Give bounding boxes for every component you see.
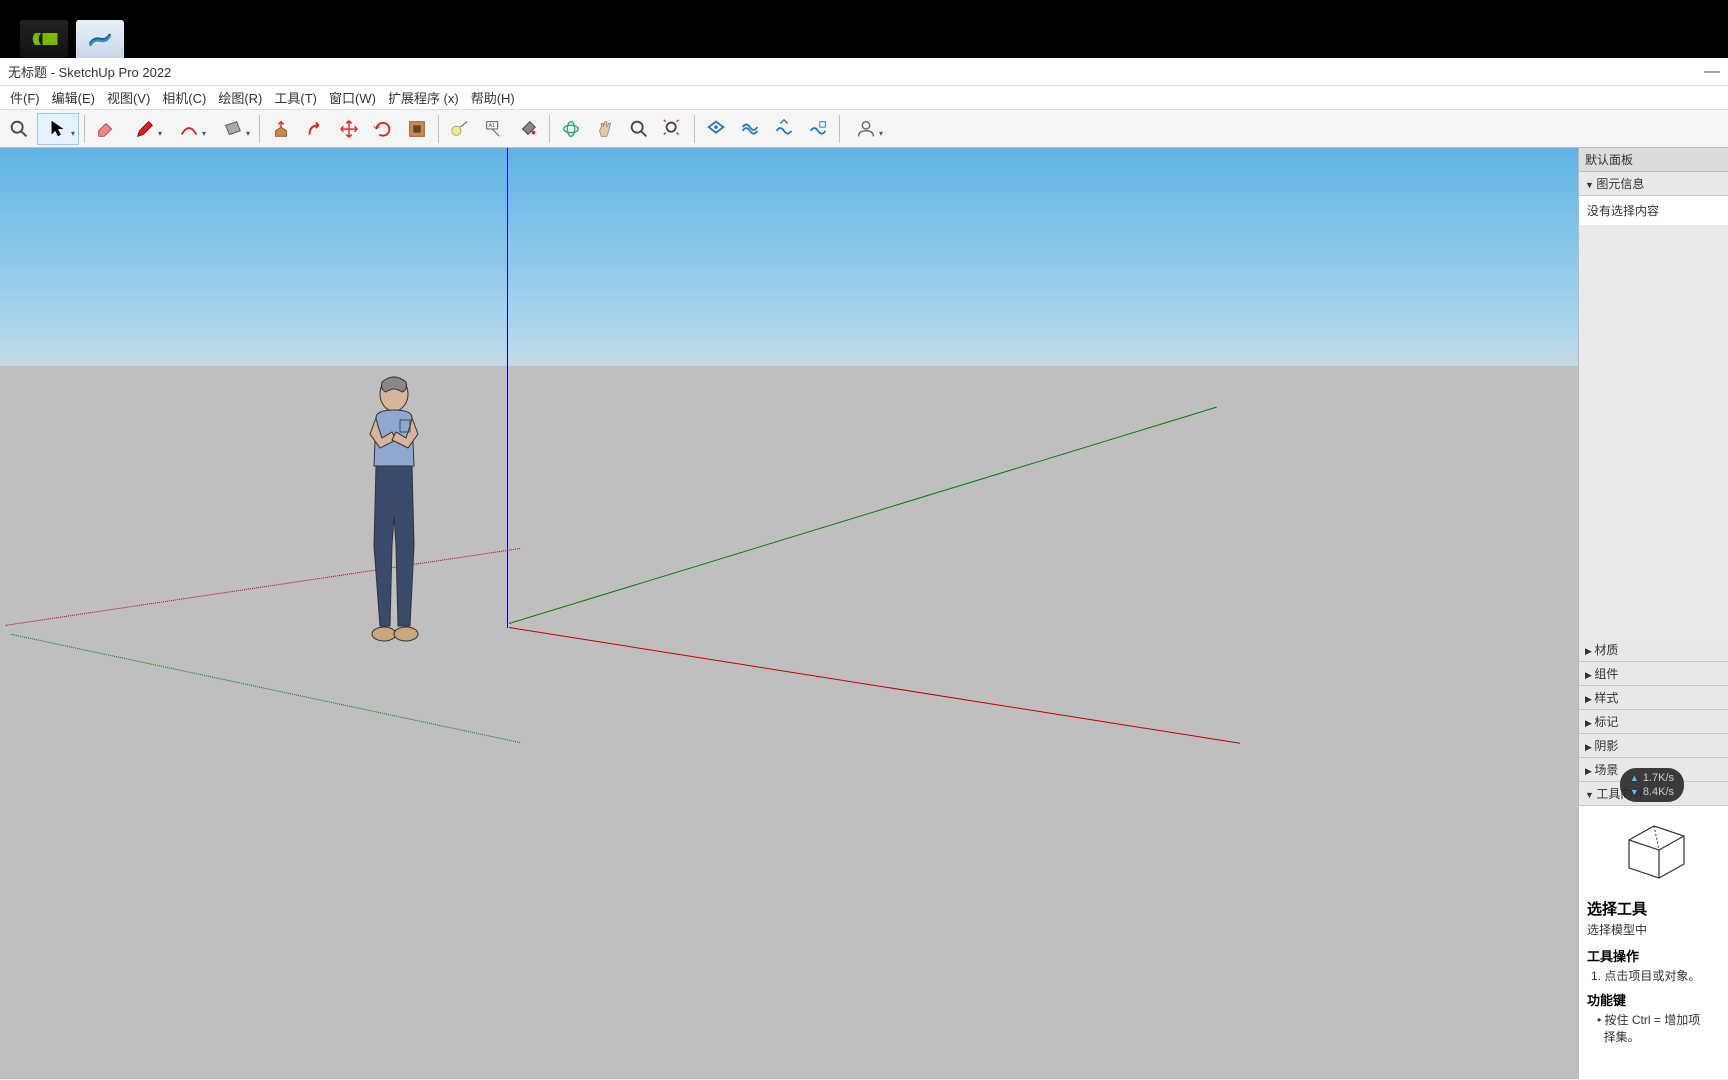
toolbar-separator — [84, 115, 85, 143]
tool-select[interactable] — [37, 113, 79, 145]
tool-ext3-icon[interactable] — [802, 113, 834, 145]
menubar: 件(F) 编辑(E) 视图(V) 相机(C) 绘图(R) 工具(T) 窗口(W)… — [0, 86, 1728, 110]
app-window: 无标题 - SketchUp Pro 2022 — 件(F) 编辑(E) 视图(… — [0, 58, 1728, 1080]
window-title: 无标题 - SketchUp Pro 2022 — [8, 62, 171, 81]
axis-blue — [507, 148, 508, 628]
panel-entity-info-body: 没有选择内容 — [1579, 196, 1728, 225]
panel-tags[interactable]: 标记 — [1579, 710, 1728, 734]
svg-text:A1: A1 — [489, 123, 496, 129]
tool-paintbucket[interactable] — [512, 113, 544, 145]
viewport-3d[interactable]: ⬉ — [0, 148, 1578, 1079]
tool-zoom-extents[interactable] — [657, 113, 689, 145]
tool-orbit[interactable] — [555, 113, 587, 145]
menu-draw[interactable]: 绘图(R) — [212, 86, 268, 109]
menu-camera[interactable]: 相机(C) — [156, 86, 212, 109]
tool-pushpull[interactable] — [265, 113, 297, 145]
menu-help[interactable]: 帮助(H) — [465, 86, 521, 109]
tool-text[interactable]: A1 — [478, 113, 510, 145]
panel-instructor-body: 选择工具 选择模型中 工具操作 1. 点击项目或对象。 功能键 • 按住 Ctr… — [1579, 806, 1728, 1080]
tool-rectangle[interactable] — [212, 113, 254, 145]
tool-move[interactable] — [333, 113, 365, 145]
net-download: 8.4K/s — [1643, 786, 1674, 798]
toolbar-separator — [839, 115, 840, 143]
instructor-fn-text: • 按住 Ctrl = 增加项 择集。 — [1597, 1011, 1720, 1045]
panel-entity-info-header[interactable]: 图元信息 — [1579, 172, 1728, 196]
toolbar-separator — [549, 115, 550, 143]
tool-zoom[interactable] — [623, 113, 655, 145]
titlebar: 无标题 - SketchUp Pro 2022 — — [0, 58, 1728, 86]
tray-title[interactable]: 默认面板 — [1579, 148, 1728, 172]
menu-tools[interactable]: 工具(T) — [268, 86, 323, 109]
toolbar-separator — [694, 115, 695, 143]
side-tray: 默认面板 图元信息 没有选择内容 材质 组件 样式 标记 阴影 场景 工具向导 … — [1578, 148, 1728, 1079]
tool-offset[interactable] — [299, 113, 331, 145]
tool-user-icon[interactable] — [845, 113, 887, 145]
panel-styles[interactable]: 样式 — [1579, 686, 1728, 710]
instructor-op-title: 工具操作 — [1587, 946, 1720, 965]
tool-ext2-icon[interactable] — [768, 113, 800, 145]
tool-eraser[interactable] — [90, 113, 122, 145]
tool-pencil[interactable] — [124, 113, 166, 145]
toolbar-separator — [259, 115, 260, 143]
toolbar: A1 — [0, 110, 1728, 148]
menu-window[interactable]: 窗口(W) — [323, 86, 382, 109]
instructor-title: 选择工具 — [1587, 898, 1720, 919]
content-area: ⬉ 默认面板 图元信息 没有选择内容 材质 组件 样式 标记 阴影 场景 工具向… — [0, 148, 1728, 1079]
menu-file[interactable]: 件(F) — [4, 86, 46, 109]
tool-tapemeasure[interactable] — [444, 113, 476, 145]
tool-pan[interactable] — [589, 113, 621, 145]
menu-extensions[interactable]: 扩展程序 (x) — [382, 86, 465, 109]
tool-ext1-icon[interactable] — [734, 113, 766, 145]
minimize-button[interactable]: — — [1704, 63, 1720, 81]
taskbar-sketchup-icon[interactable] — [76, 20, 124, 58]
viewport-ground — [0, 366, 1578, 1079]
tool-warehouse-icon[interactable] — [700, 113, 732, 145]
panel-entity-spacer — [1579, 225, 1728, 638]
menu-edit[interactable]: 编辑(E) — [46, 86, 101, 109]
instructor-subtitle: 选择模型中 — [1587, 921, 1720, 938]
panel-shadows[interactable]: 阴影 — [1579, 734, 1728, 758]
taskbar-nvidia-icon[interactable] — [20, 20, 68, 58]
network-overlay: 1.7K/s 8.4K/s — [1620, 768, 1684, 802]
tool-search-icon[interactable] — [3, 113, 35, 145]
instructor-illustration — [1609, 818, 1699, 888]
tool-rotate[interactable] — [367, 113, 399, 145]
menu-view[interactable]: 视图(V) — [101, 86, 156, 109]
panel-components[interactable]: 组件 — [1579, 662, 1728, 686]
scale-figure[interactable] — [352, 376, 447, 644]
panel-materials[interactable]: 材质 — [1579, 638, 1728, 662]
toolbar-separator — [438, 115, 439, 143]
net-upload: 1.7K/s — [1643, 772, 1674, 784]
tool-scale[interactable] — [401, 113, 433, 145]
instructor-fn-title: 功能键 — [1587, 990, 1720, 1009]
tool-arc[interactable] — [168, 113, 210, 145]
instructor-op-step: 1. 点击项目或对象。 — [1591, 967, 1720, 984]
viewport-sky — [0, 148, 1578, 366]
os-taskbar — [0, 0, 1728, 58]
